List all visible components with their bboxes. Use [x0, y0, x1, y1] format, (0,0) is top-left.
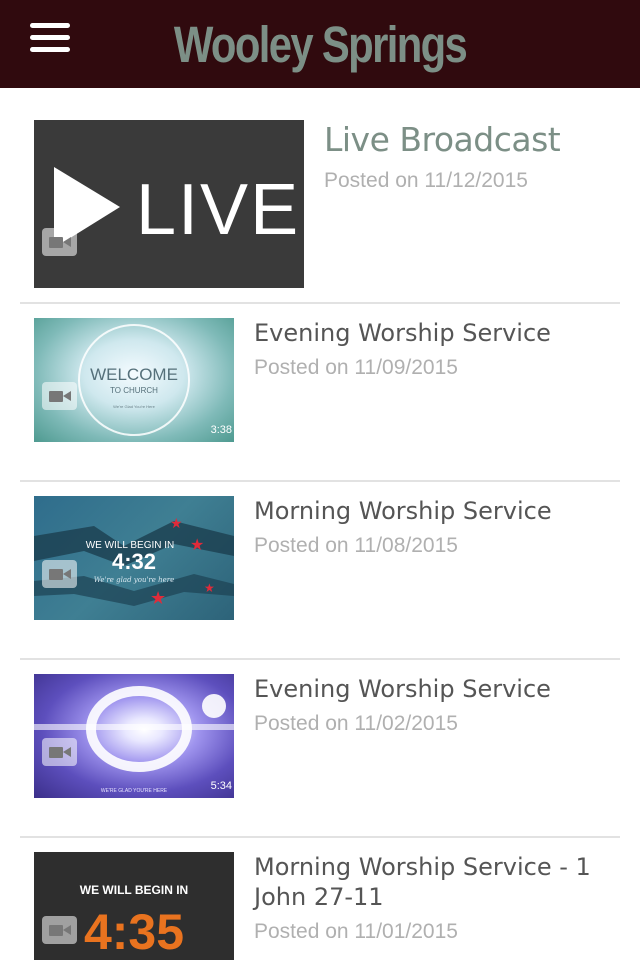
video-thumbnail[interactable]: ★ ★ ★ ★ WE WILL BEGIN IN 4:32 We're glad…	[34, 496, 234, 620]
app-header: Wooley Springs	[0, 0, 640, 88]
video-thumbnail[interactable]: WELCOME TO CHURCH We're Glad You're Here…	[34, 318, 234, 442]
thumb-small: WE'RE GLAD YOU'RE HERE	[101, 788, 168, 794]
item-title: Evening Worship Service	[254, 675, 551, 703]
thumb-begin: WE WILL BEGIN IN	[80, 883, 188, 897]
item-date: Posted on 11/09/2015	[254, 356, 458, 379]
video-camera-icon	[42, 228, 77, 256]
video-camera-icon	[42, 560, 77, 588]
thumb-welcome: WELCOME	[90, 365, 178, 384]
video-camera-icon	[42, 916, 77, 944]
item-title-line2: John 27-11	[254, 883, 384, 911]
list-item[interactable]: WE'RE GLAD YOU'RE HERE 5:34 Evening Wors…	[20, 660, 620, 836]
list-item[interactable]: WE WILL BEGIN IN 4:35 Morning Worship Se…	[20, 838, 620, 960]
star-icon: ★	[170, 516, 183, 532]
item-date: Posted on 11/12/2015	[324, 169, 528, 192]
item-date: Posted on 11/08/2015	[254, 534, 458, 557]
item-title: Evening Worship Service	[254, 319, 551, 347]
video-thumbnail[interactable]: WE'RE GLAD YOU'RE HERE 5:34	[34, 674, 234, 798]
item-date: Posted on 11/01/2015	[254, 920, 458, 943]
video-camera-icon	[42, 382, 77, 410]
thumb-time: 4:35	[84, 904, 184, 960]
video-camera-icon	[42, 738, 77, 766]
video-thumbnail[interactable]: LIVE	[34, 120, 304, 288]
thumb-small: We're Glad You're Here	[113, 404, 155, 409]
list-item[interactable]: ★ ★ ★ ★ WE WILL BEGIN IN 4:32 We're glad…	[20, 482, 620, 658]
flare-thumbnail-graphic: WE'RE GLAD YOU'RE HERE	[34, 686, 234, 794]
item-title-line1: Morning Worship Service - 1	[254, 853, 591, 881]
star-icon: ★	[204, 581, 215, 595]
thumb-sub: TO CHURCH	[110, 386, 158, 395]
item-date: Posted on 11/02/2015	[254, 712, 458, 735]
app-title: Wooley Springs	[173, 16, 468, 73]
live-thumbnail-graphic: LIVE	[54, 167, 300, 250]
welcome-thumbnail-graphic: WELCOME TO CHURCH We're Glad You're Here	[78, 324, 190, 436]
video-duration: 5:34	[210, 780, 232, 792]
live-label: LIVE	[136, 170, 300, 250]
list-item-live-broadcast[interactable]: LIVE Live Broadcast Posted on 11/12/2015	[20, 88, 620, 302]
video-duration: 3:38	[210, 424, 232, 436]
item-title: Morning Worship Service	[254, 497, 552, 525]
video-thumbnail[interactable]: WE WILL BEGIN IN 4:35	[34, 852, 234, 960]
star-icon: ★	[190, 535, 204, 554]
countdown-thumbnail-graphic: ★ ★ ★ ★ WE WILL BEGIN IN 4:32 We're glad…	[34, 516, 234, 609]
list-item[interactable]: WELCOME TO CHURCH We're Glad You're Here…	[20, 304, 620, 480]
item-title: Live Broadcast	[324, 120, 561, 159]
star-icon: ★	[150, 588, 166, 609]
thumb-time: 4:32	[112, 549, 156, 574]
thumb-small: We're glad you're here	[94, 576, 174, 584]
